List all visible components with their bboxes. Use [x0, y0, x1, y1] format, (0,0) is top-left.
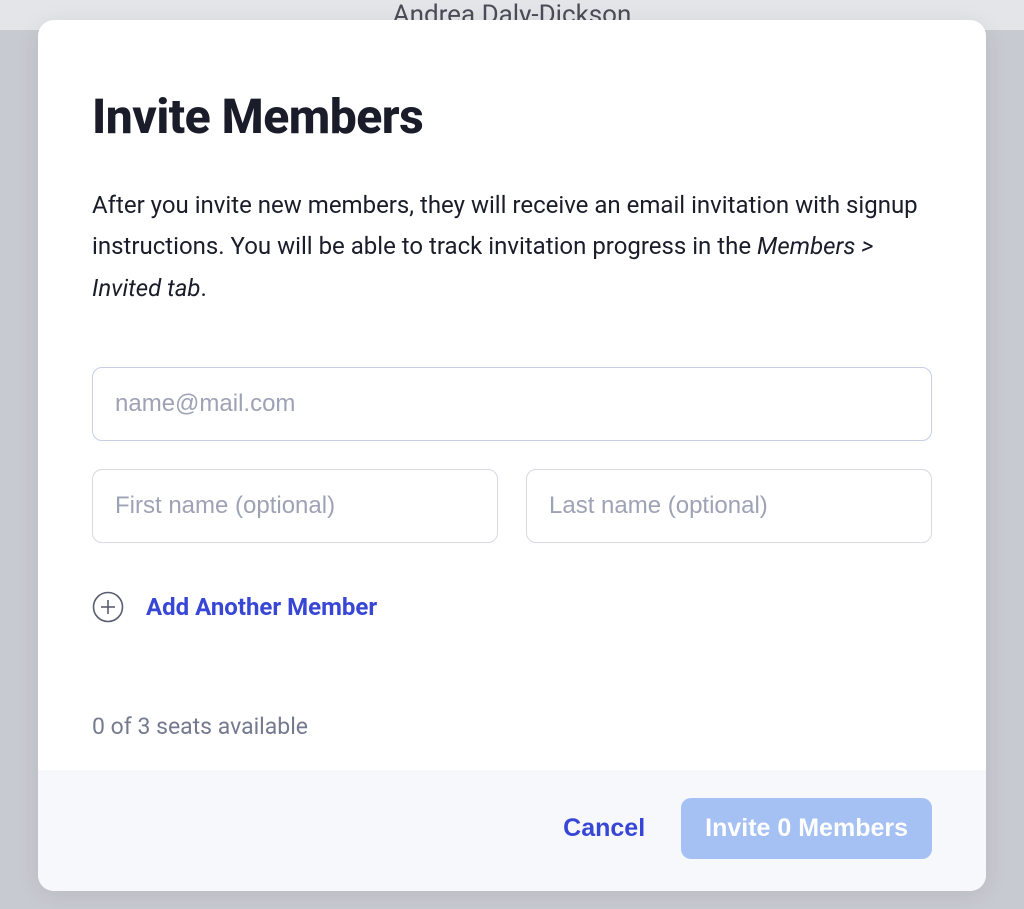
seats-available-text: 0 of 3 seats available — [92, 713, 932, 740]
last-name-input[interactable] — [526, 469, 932, 543]
modal-description: After you invite new members, they will … — [92, 185, 932, 309]
invite-button[interactable]: Invite 0 Members — [681, 798, 932, 859]
modal-title: Invite Members — [92, 88, 932, 145]
invite-members-modal: Invite Members After you invite new memb… — [38, 20, 986, 891]
add-another-member-button[interactable]: Add Another Member — [92, 591, 932, 623]
email-input[interactable] — [92, 367, 932, 441]
modal-footer: Cancel Invite 0 Members — [38, 770, 986, 891]
cancel-button[interactable]: Cancel — [563, 814, 645, 843]
first-name-input[interactable] — [92, 469, 498, 543]
add-another-member-label: Add Another Member — [146, 593, 377, 621]
modal-description-suffix: . — [200, 274, 206, 302]
plus-circle-icon — [92, 591, 124, 623]
